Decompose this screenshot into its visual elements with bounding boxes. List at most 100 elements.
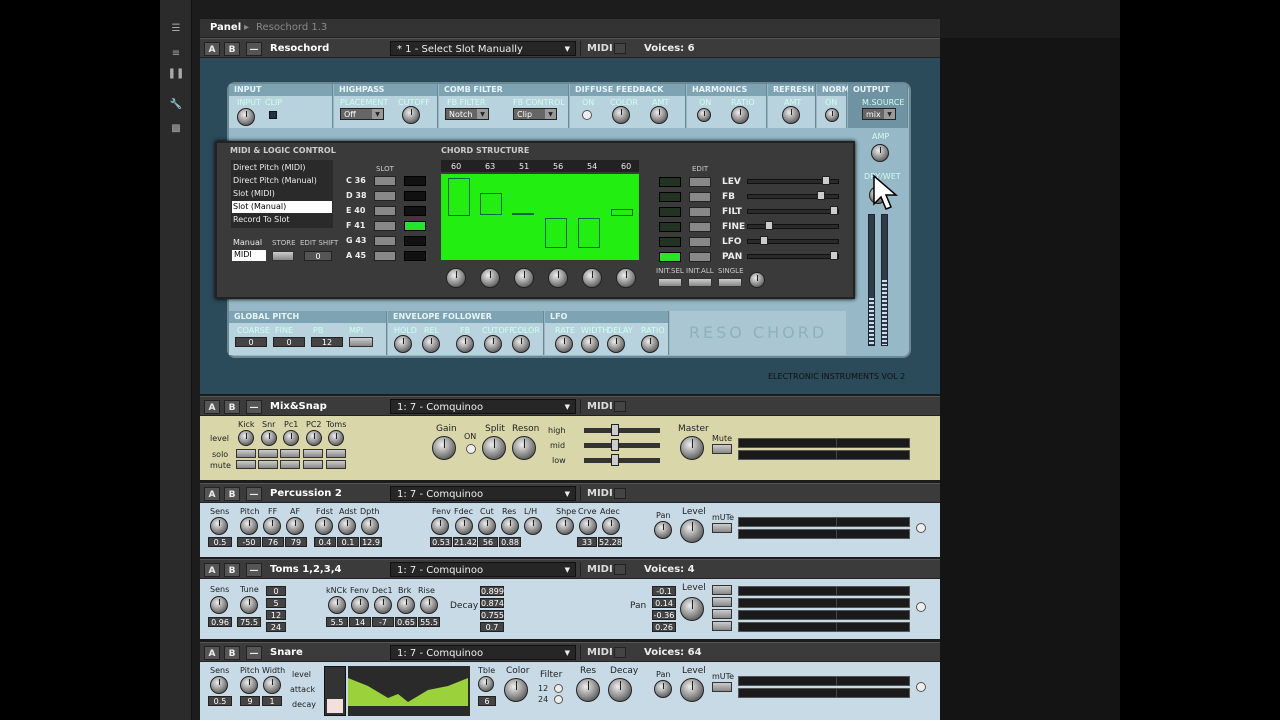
placement-select[interactable]: Off ▼ xyxy=(340,108,384,120)
adec-value[interactable]: 52.28 xyxy=(598,537,622,547)
row-edit-button[interactable] xyxy=(689,222,711,232)
mode-item[interactable]: Slot (MIDI) xyxy=(233,189,275,198)
b-button[interactable]: B xyxy=(224,42,240,56)
sens-knob[interactable] xyxy=(210,596,228,614)
kick-level-knob[interactable] xyxy=(238,430,254,446)
decay-value[interactable]: 0.899 xyxy=(480,586,504,596)
minimize-button[interactable]: — xyxy=(246,563,262,577)
mpi-button[interactable] xyxy=(349,337,373,347)
sens-value[interactable]: 0.96 xyxy=(208,617,232,627)
breadcrumb-instrument[interactable]: Resochord 1.3 xyxy=(256,22,327,33)
level-knob[interactable] xyxy=(680,597,704,621)
decay-value[interactable]: 0.755 xyxy=(480,610,504,620)
mute-button[interactable] xyxy=(236,460,256,469)
filter-24-radio[interactable] xyxy=(554,695,563,704)
chord-display[interactable] xyxy=(441,174,639,260)
preset-select[interactable]: 1: 7 - Comquinoo ▼ xyxy=(390,645,576,660)
solo-button[interactable] xyxy=(280,449,300,458)
decay-knob[interactable] xyxy=(608,678,632,702)
mute-button[interactable] xyxy=(258,460,278,469)
chord-note[interactable]: 60 xyxy=(451,162,461,171)
solo-button[interactable] xyxy=(236,449,256,458)
pan-value[interactable]: -0.1 xyxy=(652,586,676,596)
fdst-knob[interactable] xyxy=(315,517,333,535)
fenv-value[interactable]: 14 xyxy=(349,617,371,627)
mute-button[interactable] xyxy=(712,523,732,533)
slot-button[interactable] xyxy=(374,251,396,261)
slider-handle[interactable] xyxy=(611,439,619,451)
output-toggle[interactable] xyxy=(916,602,926,612)
instrument-name[interactable]: Toms 1,2,3,4 xyxy=(266,562,386,577)
chord-bar[interactable] xyxy=(480,193,502,215)
instrument-name[interactable]: Snare xyxy=(266,645,386,660)
chord-knob[interactable] xyxy=(480,268,500,288)
fenv-knob[interactable] xyxy=(351,596,369,614)
cut-knob[interactable] xyxy=(478,517,496,535)
midi-button[interactable]: MIDI xyxy=(580,645,632,660)
pitch-knob[interactable] xyxy=(240,517,258,535)
preset-select[interactable]: 1: 7 - Comquinoo ▼ xyxy=(390,562,576,577)
mute-button[interactable] xyxy=(712,621,732,631)
fb-knob[interactable] xyxy=(456,335,474,353)
af-value[interactable]: 79 xyxy=(285,537,307,547)
tune-option[interactable]: 12 xyxy=(266,610,286,620)
chord-knob[interactable] xyxy=(616,268,636,288)
mute-button[interactable] xyxy=(326,460,346,469)
res-value[interactable]: 0.88 xyxy=(499,537,521,547)
crve-knob[interactable] xyxy=(579,517,597,535)
store-button[interactable] xyxy=(272,251,294,261)
mode-item[interactable]: Direct Pitch (MIDI) xyxy=(233,163,306,172)
row-edit-button[interactable] xyxy=(689,252,711,262)
tble-value[interactable]: 6 xyxy=(478,696,496,706)
slider-handle[interactable] xyxy=(830,206,838,215)
preset-select[interactable]: 1: 7 - Comquinoo ▼ xyxy=(390,486,576,501)
pan-value[interactable]: 0.14 xyxy=(652,598,676,608)
amp-knob[interactable] xyxy=(871,144,889,162)
row-slider[interactable] xyxy=(747,209,839,214)
slot-button[interactable] xyxy=(374,221,396,231)
level-fader[interactable] xyxy=(324,666,346,716)
preset-select[interactable]: * 1 - Select Slot Manually ▼ xyxy=(390,41,576,56)
mode-item[interactable]: Record To Slot xyxy=(233,215,289,224)
adec-knob[interactable] xyxy=(602,517,620,535)
af-knob[interactable] xyxy=(286,517,304,535)
pan-knob[interactable] xyxy=(654,521,672,539)
pc2-level-knob[interactable] xyxy=(306,430,322,446)
row-slider[interactable] xyxy=(747,254,839,259)
tune-option[interactable]: 5 xyxy=(266,598,286,608)
snr-level-knob[interactable] xyxy=(261,430,277,446)
pb-value[interactable]: 12 xyxy=(311,337,343,347)
high-slider[interactable] xyxy=(584,428,660,433)
slider-handle[interactable] xyxy=(611,424,619,436)
rise-value[interactable]: 55.5 xyxy=(418,617,440,627)
solo-button[interactable] xyxy=(258,449,278,458)
browser-icon[interactable]: ☰ xyxy=(167,22,185,36)
msource-select[interactable]: mix ▼ xyxy=(862,108,896,120)
low-slider[interactable] xyxy=(584,458,660,463)
slider-handle[interactable] xyxy=(830,251,838,260)
filter-12-radio[interactable] xyxy=(554,684,563,693)
minimize-button[interactable]: — xyxy=(246,646,262,660)
level-knob[interactable] xyxy=(680,678,704,702)
input-knob[interactable] xyxy=(237,108,255,126)
chord-bar[interactable] xyxy=(512,213,534,215)
pan-value[interactable]: -0.36 xyxy=(652,610,676,620)
dec1-knob[interactable] xyxy=(374,596,392,614)
ff-value[interactable]: 76 xyxy=(262,537,284,547)
pan-value[interactable]: 0.26 xyxy=(652,622,676,632)
brk-knob[interactable] xyxy=(397,596,415,614)
panel-tab[interactable]: Panel xyxy=(210,22,241,33)
fb-control-select[interactable]: Clip ▼ xyxy=(513,108,557,120)
midi-button[interactable]: MIDI xyxy=(580,562,632,577)
fenv-knob[interactable] xyxy=(431,517,449,535)
decay-value[interactable]: 0.874 xyxy=(480,598,504,608)
solo-button[interactable] xyxy=(303,449,323,458)
slot-button[interactable] xyxy=(374,176,396,186)
edit-shift-value[interactable]: 0 xyxy=(304,251,332,261)
cut-value[interactable]: 56 xyxy=(478,537,498,547)
a-button[interactable]: A xyxy=(204,563,220,577)
midi-button[interactable]: MIDI xyxy=(580,399,632,414)
b-button[interactable]: B xyxy=(224,400,240,414)
instrument-name[interactable]: Resochord xyxy=(266,41,386,56)
tune-value[interactable]: 75.5 xyxy=(237,617,261,627)
